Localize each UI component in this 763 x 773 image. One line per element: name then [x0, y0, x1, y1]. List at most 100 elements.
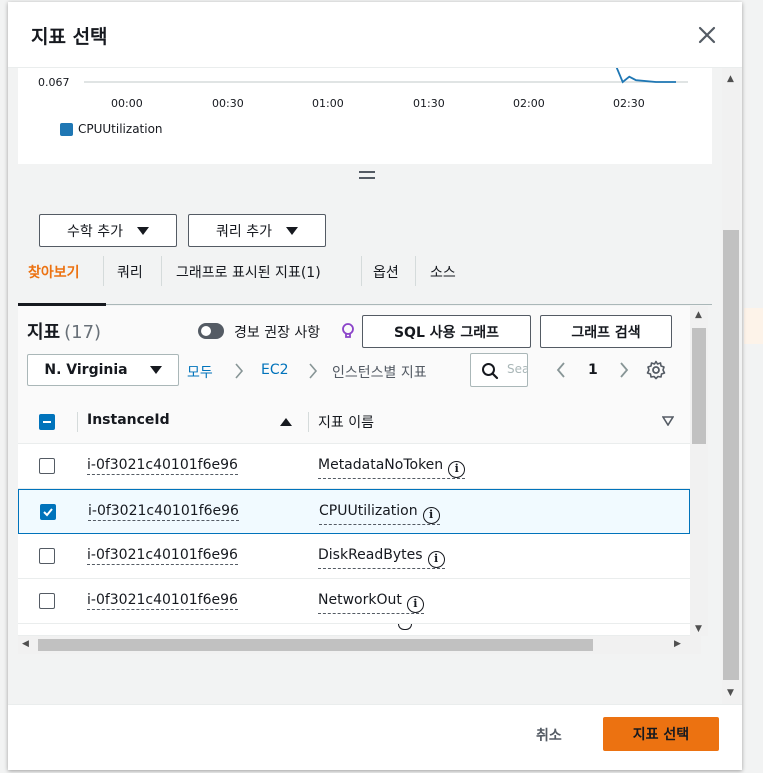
metrics-title-label: 지표 [27, 322, 61, 343]
tab-divider [161, 256, 162, 286]
metric-name-text: NetworkOut [318, 592, 402, 608]
tab-divider [415, 256, 416, 286]
region-label: N. Virginia [44, 362, 128, 378]
add-math-button[interactable]: 수학 추가 [39, 214, 177, 247]
row-checkbox[interactable] [39, 548, 55, 564]
scrollbar-thumb[interactable] [38, 639, 593, 651]
table-vertical-scrollbar[interactable]: ▲ ▼ [690, 306, 708, 636]
column-divider [308, 412, 309, 432]
info-icon[interactable]: i [427, 551, 445, 568]
x-tick-label: 00:30 [212, 97, 244, 110]
scroll-up-icon[interactable]: ▲ [695, 310, 702, 320]
breadcrumb-ec2[interactable]: EC2 [261, 362, 289, 378]
x-tick-label: 02:00 [513, 97, 545, 110]
x-tick-label: 00:00 [111, 97, 143, 110]
chart-legend[interactable]: CPUUtilization [60, 122, 163, 136]
alarm-recommendations-toggle[interactable] [198, 323, 224, 339]
breadcrumb-all[interactable]: 모두 [187, 362, 213, 382]
row-checkbox[interactable] [39, 593, 55, 609]
scrollbar-thumb[interactable] [723, 230, 739, 680]
instance-id[interactable]: i-0f3021c40101f6e96 [87, 456, 238, 475]
legend-label: CPUUtilization [78, 122, 163, 136]
scroll-down-icon[interactable]: ▼ [727, 688, 734, 698]
series-line-CPUUtilization [615, 68, 676, 84]
scrollbar-thumb[interactable] [692, 328, 706, 444]
select-metric-modal: 지표 선택 0.067 00:00 00:30 01:00 01:30 02:0… [8, 2, 742, 770]
tab-divider [361, 256, 362, 286]
metrics-count: (17) [64, 322, 102, 343]
scroll-left-icon[interactable]: ◀ [22, 639, 29, 649]
sql-graph-button[interactable]: SQL 사용 그래프 [362, 315, 531, 348]
column-header-metric-name[interactable]: 지표 이름 [318, 412, 374, 432]
lightbulb-icon [342, 323, 354, 338]
table-row[interactable] [18, 624, 690, 636]
x-tick-label: 02:30 [613, 97, 645, 110]
sort-ascending-icon[interactable] [280, 418, 292, 426]
metrics-title: 지표 (17) [27, 318, 101, 344]
instance-id[interactable]: i-0f3021c40101f6e96 [87, 591, 238, 610]
resize-handle-icon[interactable] [359, 170, 375, 180]
tab-graphed-metrics[interactable]: 그래프로 표시된 지표(1) [176, 262, 321, 282]
add-query-button[interactable]: 쿼리 추가 [188, 214, 326, 247]
metric-search-input[interactable]: Search [470, 353, 528, 387]
select-metric-button[interactable]: 지표 선택 [603, 717, 719, 751]
metric-name[interactable]: NetworkOut i [318, 591, 424, 614]
info-icon[interactable]: i [422, 507, 440, 524]
modal-body[interactable]: 0.067 00:00 00:30 01:00 01:30 02:00 02:3… [8, 68, 742, 704]
metrics-panel: 지표 (17) 경보 권장 사항 SQL 사용 그래프 그래프 검색 N. Vir… [18, 306, 708, 654]
instance-id[interactable]: i-0f3021c40101f6e96 [87, 546, 238, 565]
scroll-right-icon[interactable]: ▶ [674, 639, 681, 649]
modal-vertical-scrollbar[interactable]: ▲ ▼ [722, 68, 740, 704]
tab-source[interactable]: 소스 [430, 262, 456, 282]
background-highlight [744, 308, 763, 344]
metric-name-text: DiskReadBytes [318, 547, 423, 563]
search-icon [482, 363, 499, 380]
table-row[interactable]: i-0f3021c40101f6e96 DiskReadBytes i [18, 534, 690, 579]
metric-name-text: CPUUtilization [319, 503, 418, 519]
cancel-button[interactable]: 취소 [536, 725, 562, 745]
graph-search-button[interactable]: 그래프 검색 [540, 315, 672, 348]
metric-name[interactable]: MetadataNoToken i [318, 456, 466, 479]
region-select[interactable]: N. Virginia [27, 354, 179, 386]
current-page[interactable]: 1 [588, 362, 598, 378]
row-checkbox[interactable] [40, 504, 56, 520]
table-header: InstanceId 지표 이름 [18, 400, 701, 444]
x-tick-label: 01:30 [413, 97, 445, 110]
scroll-up-icon[interactable]: ▲ [727, 74, 734, 84]
next-page-icon[interactable] [618, 360, 630, 380]
tab-bar: 찾아보기 쿼리 그래프로 표시된 지표(1) 옵션 소스 [18, 256, 712, 306]
metric-name[interactable]: DiskReadBytes i [318, 546, 445, 569]
caret-down-icon [149, 366, 162, 374]
chevron-right-icon [235, 363, 244, 379]
instance-id[interactable]: i-0f3021c40101f6e96 [88, 502, 239, 521]
tab-divider [103, 256, 104, 286]
add-query-label: 쿼리 추가 [216, 223, 272, 240]
add-math-label: 수학 추가 [67, 223, 123, 240]
chart-plot [84, 68, 688, 84]
table-row[interactable]: i-0f3021c40101f6e96 NetworkOut i [18, 579, 690, 624]
settings-gear-icon[interactable] [646, 360, 666, 380]
x-tick-label: 01:00 [312, 97, 344, 110]
table-row[interactable]: i-0f3021c40101f6e96 CPUUtilization i [18, 489, 690, 534]
sort-icon[interactable] [662, 416, 674, 426]
close-icon[interactable] [696, 24, 718, 46]
breadcrumb-per-instance: 인스턴스별 지표 [332, 365, 427, 381]
scroll-down-icon[interactable]: ▼ [695, 624, 702, 634]
info-icon[interactable]: i [406, 596, 424, 613]
metric-name[interactable]: CPUUtilization i [319, 502, 440, 525]
tab-options[interactable]: 옵션 [373, 262, 399, 282]
table-horizontal-scrollbar[interactable]: ◀ ▶ [18, 636, 701, 654]
prev-page-icon[interactable] [555, 360, 567, 380]
metric-name-text: MetadataNoToken [318, 457, 444, 473]
select-all-checkbox[interactable] [39, 414, 55, 430]
table-row[interactable]: i-0f3021c40101f6e96 MetadataNoToken i [18, 444, 690, 489]
row-checkbox[interactable] [39, 458, 55, 474]
caret-down-icon [285, 226, 298, 235]
tab-browse[interactable]: 찾아보기 [28, 262, 80, 282]
info-icon[interactable]: i [448, 461, 466, 478]
modal-header: 지표 선택 [8, 2, 742, 68]
column-header-instanceid[interactable]: InstanceId [87, 412, 170, 428]
legend-swatch [60, 122, 73, 136]
tab-query[interactable]: 쿼리 [117, 262, 143, 282]
caret-down-icon [136, 226, 149, 235]
